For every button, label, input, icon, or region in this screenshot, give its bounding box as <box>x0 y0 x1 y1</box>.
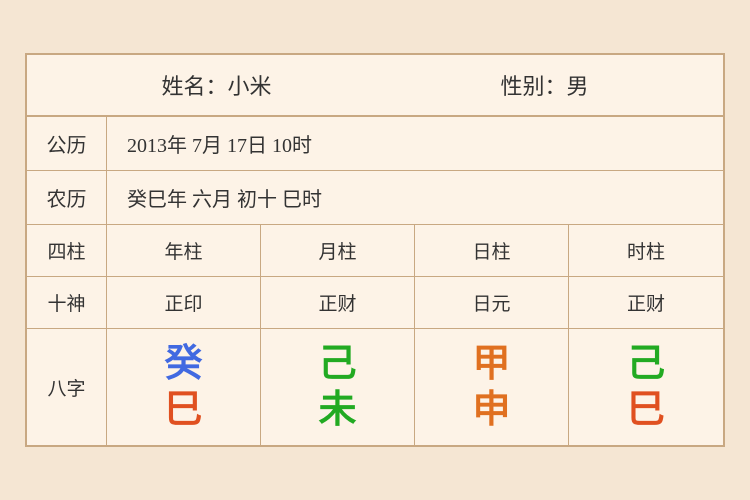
shishen-label: 十神 <box>27 277 107 328</box>
bazi-day-cell: 甲 申 <box>415 329 569 445</box>
bazi-month-cell: 己 未 <box>261 329 415 445</box>
sizhu-label: 四柱 <box>27 225 107 276</box>
shishen-day: 日元 <box>415 277 569 328</box>
day-pillar-label: 日柱 <box>415 225 569 276</box>
gender-label: 性别：男 <box>500 69 588 101</box>
year-pillar-label: 年柱 <box>107 225 261 276</box>
shishen-hour: 正财 <box>569 277 723 328</box>
lunar-row: 农历 癸巳年 六月 初十 巳时 <box>27 171 723 225</box>
hour-pillar-label: 时柱 <box>569 225 723 276</box>
columns-header-row: 四柱 年柱 月柱 日柱 时柱 <box>27 225 723 277</box>
shishen-year: 正印 <box>107 277 261 328</box>
bazi-hour-cell: 己 巳 <box>569 329 723 445</box>
shishen-row: 十神 正印 正财 日元 正财 <box>27 277 723 329</box>
main-container: 姓名：小米 性别：男 公历 2013年 7月 17日 10时 农历 癸巳年 六月… <box>25 53 725 447</box>
header-row: 姓名：小米 性别：男 <box>27 55 723 117</box>
bazi-day-bottom: 申 <box>472 391 510 429</box>
bazi-month-bottom: 未 <box>318 391 356 429</box>
month-pillar-label: 月柱 <box>261 225 415 276</box>
name-label: 姓名：小米 <box>161 69 271 101</box>
bazi-hour-bottom: 巳 <box>627 391 665 429</box>
solar-value: 2013年 7月 17日 10时 <box>107 117 723 170</box>
bazi-month-top: 己 <box>318 345 356 383</box>
bazi-year-top: 癸 <box>164 345 202 383</box>
solar-label: 公历 <box>27 117 107 170</box>
bazi-hour-top: 己 <box>627 345 665 383</box>
bazi-label: 八字 <box>27 329 107 445</box>
lunar-label: 农历 <box>27 171 107 224</box>
bazi-year-bottom: 巳 <box>164 391 202 429</box>
bazi-row: 八字 癸 巳 己 未 甲 申 己 巳 <box>27 329 723 445</box>
shishen-month: 正财 <box>261 277 415 328</box>
bazi-year-cell: 癸 巳 <box>107 329 261 445</box>
lunar-value: 癸巳年 六月 初十 巳时 <box>107 171 723 224</box>
bazi-day-top: 甲 <box>472 345 510 383</box>
solar-row: 公历 2013年 7月 17日 10时 <box>27 117 723 171</box>
